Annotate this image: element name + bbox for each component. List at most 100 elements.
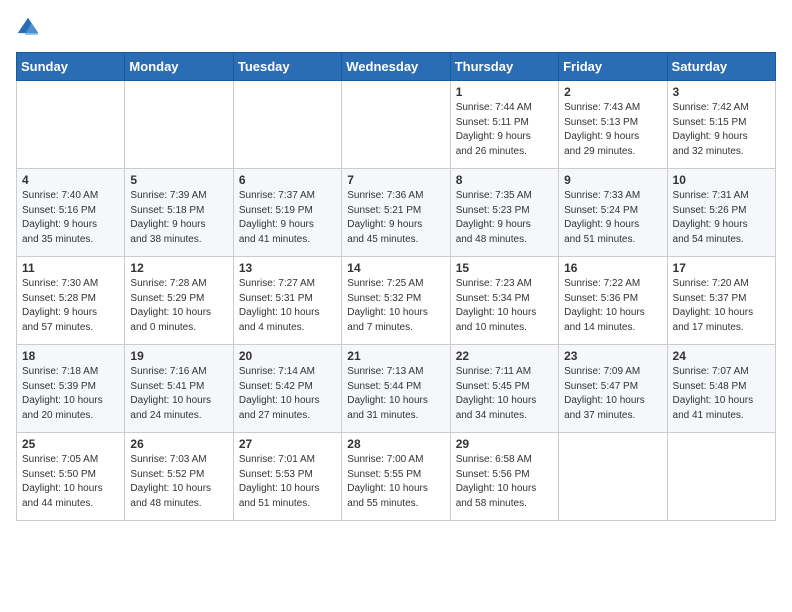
calendar-cell: 20 Sunrise: 7:14 AM Sunset: 5:42 PM Dayli… bbox=[233, 345, 341, 433]
weekday-header-sunday: Sunday bbox=[17, 53, 125, 81]
calendar-cell: 19 Sunrise: 7:16 AM Sunset: 5:41 PM Dayli… bbox=[125, 345, 233, 433]
day-number: 23 bbox=[564, 349, 661, 363]
day-info: Sunrise: 7:35 AM Sunset: 5:23 PM Dayligh… bbox=[456, 189, 553, 247]
day-info: Sunrise: 7:30 AM Sunset: 5:28 PM Dayligh… bbox=[22, 277, 119, 335]
calendar-cell bbox=[17, 81, 125, 169]
day-number: 1 bbox=[456, 85, 553, 99]
calendar-cell: 12 Sunrise: 7:28 AM Sunset: 5:29 PM Dayli… bbox=[125, 257, 233, 345]
day-number: 22 bbox=[456, 349, 553, 363]
calendar-table: SundayMondayTuesdayWednesdayThursdayFrid… bbox=[16, 52, 776, 521]
day-number: 29 bbox=[456, 437, 553, 451]
day-info: Sunrise: 7:31 AM Sunset: 5:26 PM Dayligh… bbox=[673, 189, 770, 247]
day-info: Sunrise: 7:23 AM Sunset: 5:34 PM Dayligh… bbox=[456, 277, 553, 335]
day-number: 28 bbox=[347, 437, 444, 451]
week-row-1: 1 Sunrise: 7:44 AM Sunset: 5:11 PM Daylig… bbox=[17, 81, 776, 169]
day-info: Sunrise: 7:27 AM Sunset: 5:31 PM Dayligh… bbox=[239, 277, 336, 335]
day-info: Sunrise: 7:36 AM Sunset: 5:21 PM Dayligh… bbox=[347, 189, 444, 247]
week-row-4: 18Sunrise: 7:18 AM Sunset: 5:39 PM Dayli… bbox=[17, 345, 776, 433]
weekday-header-wednesday: Wednesday bbox=[342, 53, 450, 81]
day-info: Sunrise: 7:00 AM Sunset: 5:55 PM Dayligh… bbox=[347, 453, 444, 511]
day-number: 5 bbox=[130, 173, 227, 187]
day-number: 24 bbox=[673, 349, 770, 363]
day-info: Sunrise: 7:03 AM Sunset: 5:52 PM Dayligh… bbox=[130, 453, 227, 511]
day-number: 10 bbox=[673, 173, 770, 187]
calendar-cell: 27 Sunrise: 7:01 AM Sunset: 5:53 PM Dayli… bbox=[233, 433, 341, 521]
calendar-cell: 26 Sunrise: 7:03 AM Sunset: 5:52 PM Dayli… bbox=[125, 433, 233, 521]
calendar-cell: 24 Sunrise: 7:07 AM Sunset: 5:48 PM Dayli… bbox=[667, 345, 775, 433]
calendar-cell: 1 Sunrise: 7:44 AM Sunset: 5:11 PM Daylig… bbox=[450, 81, 558, 169]
day-number: 6 bbox=[239, 173, 336, 187]
day-info: Sunrise: 7:13 AM Sunset: 5:44 PM Dayligh… bbox=[347, 365, 444, 423]
day-number: 3 bbox=[673, 85, 770, 99]
calendar-cell: 9Sunrise: 7:33 AM Sunset: 5:24 PM Daylig… bbox=[559, 169, 667, 257]
day-number: 19 bbox=[130, 349, 227, 363]
calendar-cell: 4 Sunrise: 7:40 AM Sunset: 5:16 PM Daylig… bbox=[17, 169, 125, 257]
day-info: Sunrise: 7:28 AM Sunset: 5:29 PM Dayligh… bbox=[130, 277, 227, 335]
week-row-5: 25Sunrise: 7:05 AM Sunset: 5:50 PM Dayli… bbox=[17, 433, 776, 521]
day-number: 12 bbox=[130, 261, 227, 275]
day-info: Sunrise: 7:42 AM Sunset: 5:15 PM Dayligh… bbox=[673, 101, 770, 159]
day-number: 20 bbox=[239, 349, 336, 363]
calendar-cell bbox=[233, 81, 341, 169]
day-number: 7 bbox=[347, 173, 444, 187]
calendar-cell: 3 Sunrise: 7:42 AM Sunset: 5:15 PM Daylig… bbox=[667, 81, 775, 169]
day-info: Sunrise: 7:40 AM Sunset: 5:16 PM Dayligh… bbox=[22, 189, 119, 247]
day-info: Sunrise: 7:05 AM Sunset: 5:50 PM Dayligh… bbox=[22, 453, 119, 511]
calendar-cell: 5 Sunrise: 7:39 AM Sunset: 5:18 PM Daylig… bbox=[125, 169, 233, 257]
weekday-header-thursday: Thursday bbox=[450, 53, 558, 81]
day-info: Sunrise: 7:09 AM Sunset: 5:47 PM Dayligh… bbox=[564, 365, 661, 423]
weekday-header-tuesday: Tuesday bbox=[233, 53, 341, 81]
calendar-cell: 7 Sunrise: 7:36 AM Sunset: 5:21 PM Daylig… bbox=[342, 169, 450, 257]
day-number: 11 bbox=[22, 261, 119, 275]
day-info: Sunrise: 7:25 AM Sunset: 5:32 PM Dayligh… bbox=[347, 277, 444, 335]
day-info: Sunrise: 7:14 AM Sunset: 5:42 PM Dayligh… bbox=[239, 365, 336, 423]
calendar-cell: 28 Sunrise: 7:00 AM Sunset: 5:55 PM Dayli… bbox=[342, 433, 450, 521]
calendar-cell bbox=[667, 433, 775, 521]
page-header bbox=[16, 16, 776, 40]
calendar-cell: 17 Sunrise: 7:20 AM Sunset: 5:37 PM Dayli… bbox=[667, 257, 775, 345]
day-info: Sunrise: 7:20 AM Sunset: 5:37 PM Dayligh… bbox=[673, 277, 770, 335]
day-info: Sunrise: 6:58 AM Sunset: 5:56 PM Dayligh… bbox=[456, 453, 553, 511]
calendar-cell: 11 Sunrise: 7:30 AM Sunset: 5:28 PM Dayli… bbox=[17, 257, 125, 345]
calendar-cell: 6 Sunrise: 7:37 AM Sunset: 5:19 PM Daylig… bbox=[233, 169, 341, 257]
day-number: 16 bbox=[564, 261, 661, 275]
calendar-cell: 8Sunrise: 7:35 AM Sunset: 5:23 PM Daylig… bbox=[450, 169, 558, 257]
calendar-cell: 16Sunrise: 7:22 AM Sunset: 5:36 PM Dayli… bbox=[559, 257, 667, 345]
calendar-cell: 10 Sunrise: 7:31 AM Sunset: 5:26 PM Dayli… bbox=[667, 169, 775, 257]
week-row-3: 11 Sunrise: 7:30 AM Sunset: 5:28 PM Dayli… bbox=[17, 257, 776, 345]
day-info: Sunrise: 7:07 AM Sunset: 5:48 PM Dayligh… bbox=[673, 365, 770, 423]
weekday-header-monday: Monday bbox=[125, 53, 233, 81]
calendar-cell bbox=[125, 81, 233, 169]
day-info: Sunrise: 7:01 AM Sunset: 5:53 PM Dayligh… bbox=[239, 453, 336, 511]
weekday-header-friday: Friday bbox=[559, 53, 667, 81]
day-number: 15 bbox=[456, 261, 553, 275]
day-info: Sunrise: 7:39 AM Sunset: 5:18 PM Dayligh… bbox=[130, 189, 227, 247]
day-number: 2 bbox=[564, 85, 661, 99]
calendar-cell bbox=[559, 433, 667, 521]
day-number: 21 bbox=[347, 349, 444, 363]
calendar-cell bbox=[342, 81, 450, 169]
day-info: Sunrise: 7:16 AM Sunset: 5:41 PM Dayligh… bbox=[130, 365, 227, 423]
day-info: Sunrise: 7:33 AM Sunset: 5:24 PM Dayligh… bbox=[564, 189, 661, 247]
weekday-header-saturday: Saturday bbox=[667, 53, 775, 81]
logo bbox=[16, 16, 44, 40]
day-number: 14 bbox=[347, 261, 444, 275]
day-info: Sunrise: 7:18 AM Sunset: 5:39 PM Dayligh… bbox=[22, 365, 119, 423]
calendar-cell: 15 Sunrise: 7:23 AM Sunset: 5:34 PM Dayli… bbox=[450, 257, 558, 345]
day-number: 4 bbox=[22, 173, 119, 187]
day-number: 27 bbox=[239, 437, 336, 451]
day-info: Sunrise: 7:43 AM Sunset: 5:13 PM Dayligh… bbox=[564, 101, 661, 159]
calendar-cell: 13Sunrise: 7:27 AM Sunset: 5:31 PM Dayli… bbox=[233, 257, 341, 345]
calendar-cell: 14 Sunrise: 7:25 AM Sunset: 5:32 PM Dayli… bbox=[342, 257, 450, 345]
day-number: 26 bbox=[130, 437, 227, 451]
calendar-cell: 29 Sunrise: 6:58 AM Sunset: 5:56 PM Dayli… bbox=[450, 433, 558, 521]
day-number: 17 bbox=[673, 261, 770, 275]
day-info: Sunrise: 7:44 AM Sunset: 5:11 PM Dayligh… bbox=[456, 101, 553, 159]
calendar-cell: 21 Sunrise: 7:13 AM Sunset: 5:44 PM Dayli… bbox=[342, 345, 450, 433]
calendar-cell: 2 Sunrise: 7:43 AM Sunset: 5:13 PM Daylig… bbox=[559, 81, 667, 169]
weekday-header-row: SundayMondayTuesdayWednesdayThursdayFrid… bbox=[17, 53, 776, 81]
day-info: Sunrise: 7:37 AM Sunset: 5:19 PM Dayligh… bbox=[239, 189, 336, 247]
day-info: Sunrise: 7:11 AM Sunset: 5:45 PM Dayligh… bbox=[456, 365, 553, 423]
calendar-cell: 18Sunrise: 7:18 AM Sunset: 5:39 PM Dayli… bbox=[17, 345, 125, 433]
calendar-cell: 23 Sunrise: 7:09 AM Sunset: 5:47 PM Dayli… bbox=[559, 345, 667, 433]
